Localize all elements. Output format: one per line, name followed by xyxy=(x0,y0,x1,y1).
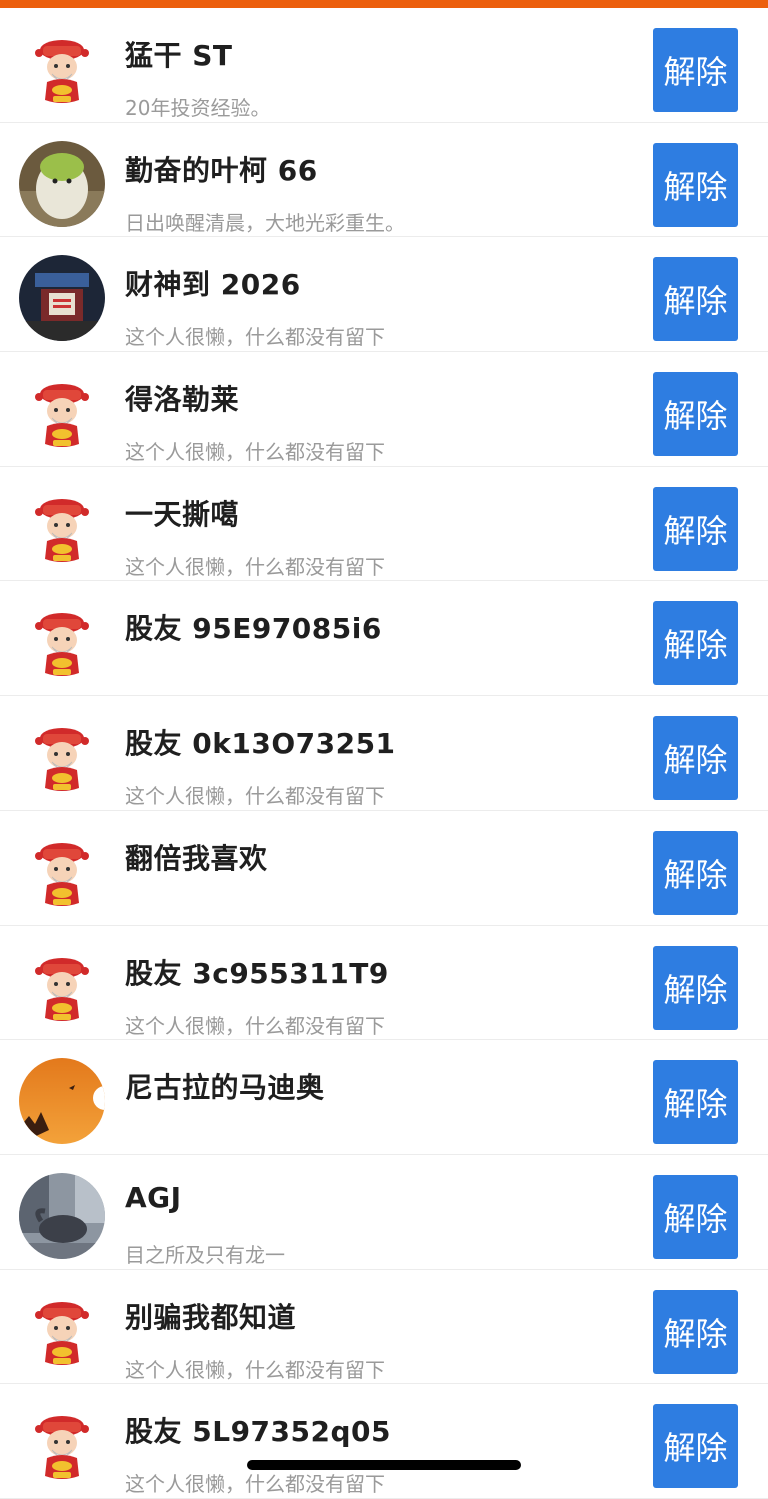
list-item: 翻倍我喜欢 解除 xyxy=(0,810,768,926)
home-indicator xyxy=(247,1460,521,1470)
user-bio: 这个人很懒，什么都没有留下 xyxy=(125,784,385,809)
list-item: 股友 95E97085i6 解除 xyxy=(0,581,768,697)
remove-button[interactable]: 解除 xyxy=(653,257,738,342)
user-bio: 目之所及只有龙一 xyxy=(125,1242,285,1267)
caishen-avatar[interactable] xyxy=(19,484,105,571)
user-name: 翻倍我喜欢 xyxy=(125,841,268,875)
list-item: AGJ 目之所及只有龙一 解除 xyxy=(0,1154,768,1270)
user-bio: 这个人很懒，什么都没有留下 xyxy=(125,325,385,350)
user-bio: 20年投资经验。 xyxy=(125,96,271,120)
remove-button[interactable]: 解除 xyxy=(653,1289,738,1374)
remove-button[interactable]: 解除 xyxy=(653,28,738,112)
user-name: 猛干 ST xyxy=(125,39,233,72)
user-name: 尼古拉的马迪奥 xyxy=(125,1071,325,1105)
remove-button[interactable]: 解除 xyxy=(653,716,738,801)
remove-button[interactable]: 解除 xyxy=(653,830,738,915)
bull-statue-avatar[interactable] xyxy=(19,1172,105,1259)
list-item: 猛干 ST 20年投资经验。 解除 xyxy=(0,8,768,123)
remove-button[interactable]: 解除 xyxy=(653,1174,738,1259)
plush-avatar[interactable] xyxy=(19,140,105,227)
caishen-avatar[interactable] xyxy=(19,599,105,686)
caishen-avatar[interactable] xyxy=(19,26,105,112)
list-item: 别骗我都知道 这个人很懒，什么都没有留下 解除 xyxy=(0,1269,768,1385)
list-item: 一天撕噶 这个人很懒，什么都没有留下 解除 xyxy=(0,466,768,582)
caishen-avatar[interactable] xyxy=(19,1402,105,1489)
caishen-avatar[interactable] xyxy=(19,714,105,801)
top-accent-bar xyxy=(0,0,768,8)
list-item: 股友 0k13O73251 这个人很懒，什么都没有留下 解除 xyxy=(0,696,768,811)
user-bio: 这个人很懒，什么都没有留下 xyxy=(125,1472,385,1497)
user-bio: 这个人很懒，什么都没有留下 xyxy=(125,1357,385,1382)
user-name: 别骗我都知道 xyxy=(125,1300,297,1334)
user-name: 股友 3c955311T9 xyxy=(125,956,389,990)
user-name: 一天撕噶 xyxy=(125,497,240,531)
user-bio: 这个人很懒，什么都没有留下 xyxy=(125,554,385,579)
caishen-avatar[interactable] xyxy=(19,828,105,915)
remove-button[interactable]: 解除 xyxy=(653,142,738,227)
remove-button[interactable]: 解除 xyxy=(653,1404,738,1489)
remove-button[interactable]: 解除 xyxy=(653,1060,738,1145)
list-item: 尼古拉的马迪奥 解除 xyxy=(0,1040,768,1155)
user-bio: 这个人很懒，什么都没有留下 xyxy=(125,440,385,465)
remove-button[interactable]: 解除 xyxy=(653,601,738,686)
user-name: 得洛勒莱 xyxy=(125,383,240,417)
night-photo-avatar[interactable] xyxy=(19,255,105,342)
user-name: 股友 0k13O73251 xyxy=(125,727,396,761)
user-name: 勤奋的叶柯 66 xyxy=(125,153,318,187)
user-bio: 日出唤醒清晨，大地光彩重生。 xyxy=(125,210,405,235)
list-item: 勤奋的叶柯 66 日出唤醒清晨，大地光彩重生。 解除 xyxy=(0,122,768,238)
caishen-avatar[interactable] xyxy=(19,943,105,1030)
sunset-avatar[interactable] xyxy=(19,1058,105,1145)
user-bio: 这个人很懒，什么都没有留下 xyxy=(125,1013,385,1038)
user-name: 财神到 2026 xyxy=(125,268,301,302)
user-name: 股友 95E97085i6 xyxy=(125,612,382,646)
remove-button[interactable]: 解除 xyxy=(653,486,738,571)
list-item: 股友 3c955311T9 这个人很懒，什么都没有留下 解除 xyxy=(0,925,768,1041)
remove-button[interactable]: 解除 xyxy=(653,372,738,457)
list-item: 得洛勒莱 这个人很懒，什么都没有留下 解除 xyxy=(0,352,768,467)
user-name: 股友 5L97352q05 xyxy=(125,1415,391,1449)
caishen-avatar[interactable] xyxy=(19,370,105,457)
caishen-avatar[interactable] xyxy=(19,1287,105,1374)
remove-button[interactable]: 解除 xyxy=(653,945,738,1030)
user-name: AGJ xyxy=(125,1180,182,1214)
list-item: 财神到 2026 这个人很懒，什么都没有留下 解除 xyxy=(0,237,768,353)
blocked-user-list: 猛干 ST 20年投资经验。 解除 勤奋的叶柯 66 日出唤醒清晨，大地光彩重生… xyxy=(0,8,768,1499)
list-item: 股友 5L97352q05 这个人很懒，什么都没有留下 解除 xyxy=(0,1384,768,1499)
